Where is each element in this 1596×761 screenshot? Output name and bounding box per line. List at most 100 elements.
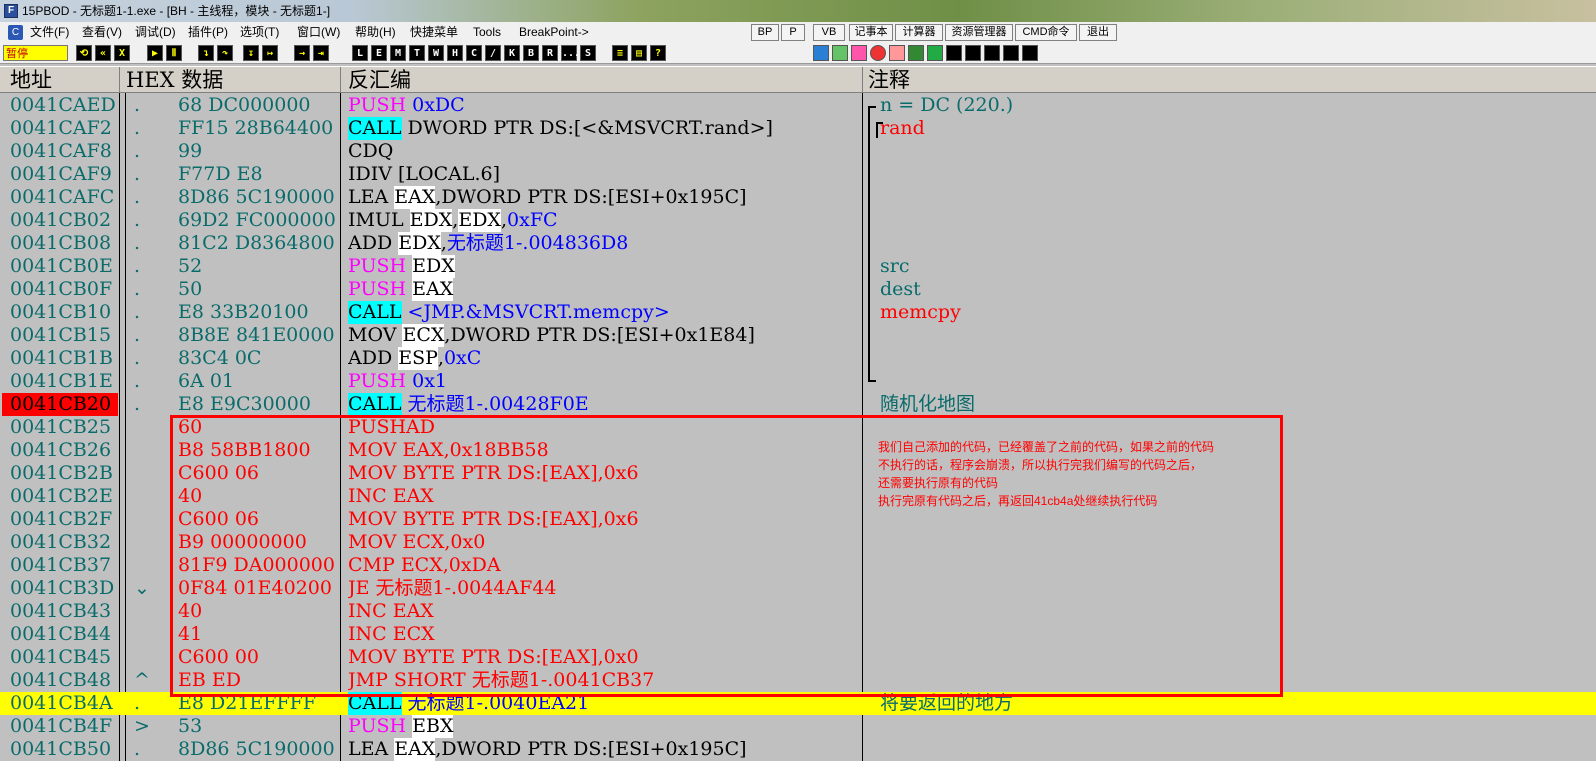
vb-button[interactable]: VB: [813, 24, 845, 41]
windows-window-icon[interactable]: W: [428, 45, 444, 61]
tool-3-icon[interactable]: [984, 45, 1000, 61]
run-icon[interactable]: ▶: [147, 45, 163, 61]
row-address: 0041CB15: [10, 324, 112, 346]
menu-window[interactable]: 窗口(W): [297, 22, 340, 43]
bp-button[interactable]: BP: [751, 24, 779, 41]
trace-into-icon[interactable]: ↧: [243, 45, 259, 61]
notepad-button[interactable]: 记事本: [849, 24, 893, 41]
log-window-icon[interactable]: L: [352, 45, 368, 61]
disasm-row[interactable]: 0041CB08. 81C2 D8364800 ADD EDX,无标题1-.0048…: [0, 232, 1596, 255]
menu-plugins[interactable]: 插件(P): [188, 22, 228, 43]
row-jump-marker: .: [134, 347, 141, 369]
pause-icon[interactable]: Ⅱ: [166, 45, 182, 61]
modules-window-icon[interactable]: E: [371, 45, 387, 61]
menu-help[interactable]: 帮助(H): [355, 22, 396, 43]
exit-button[interactable]: 退出: [1079, 24, 1117, 41]
p-button[interactable]: P: [781, 24, 805, 41]
menu-breakpoint[interactable]: BreakPoint->: [519, 22, 589, 43]
disasm-row[interactable]: 0041CB0E. 52 PUSH EDX src: [0, 255, 1596, 278]
target-icon[interactable]: [889, 45, 905, 61]
close-icon[interactable]: X: [114, 45, 130, 61]
list-icon[interactable]: ▤: [631, 45, 647, 61]
header-separator[interactable]: [340, 67, 341, 93]
trace-over-icon[interactable]: ↦: [262, 45, 278, 61]
tool-1-icon[interactable]: [946, 45, 962, 61]
disasm-row[interactable]: 0041CB15. 8B8E 841E0000 MOV ECX,DWORD PTR …: [0, 324, 1596, 347]
rewind-icon[interactable]: «: [95, 45, 111, 61]
grid-icon[interactable]: [927, 45, 943, 61]
handles-window-icon[interactable]: H: [447, 45, 463, 61]
disasm-token: EAX: [394, 186, 436, 209]
run-trace-window-icon[interactable]: ...: [561, 45, 580, 61]
explorer-button[interactable]: 资源管理器: [945, 24, 1013, 41]
disasm-row[interactable]: 0041CAFC. 8D86 5C190000 LEA EAX,DWORD PTR …: [0, 186, 1596, 209]
options-icon[interactable]: ≡: [612, 45, 628, 61]
table-icon[interactable]: [908, 45, 924, 61]
toolbar: 暂停 ⟲ « X ▶ Ⅱ ↴ ↷ ↧ ↦ → ⇥ L E M T W H C /…: [0, 43, 1596, 64]
breakpoints-window-icon[interactable]: B: [523, 45, 539, 61]
menu-view[interactable]: 查看(V): [82, 22, 122, 43]
disasm-row[interactable]: 0041CAF2. FF15 28B64400 CALL DWORD PTR DS:…: [0, 117, 1596, 140]
header-separator[interactable]: [862, 67, 863, 93]
disasm-row[interactable]: 0041CB4F >53 PUSH EBX: [0, 715, 1596, 738]
menu-options[interactable]: 选项(T): [240, 22, 279, 43]
disasm-row[interactable]: 0041CAF8. 99 CDQ: [0, 140, 1596, 163]
step-into-icon[interactable]: ↴: [198, 45, 214, 61]
row-jump-marker: [134, 646, 156, 669]
cpu-window-button-icon[interactable]: C: [466, 45, 482, 61]
disasm-row[interactable]: 0041CB1E. 6A 01 PUSH 0x1: [0, 370, 1596, 393]
row-jump-marker: [134, 531, 156, 554]
plugin-icon[interactable]: [832, 45, 848, 61]
menu-debug[interactable]: 调试(D): [135, 22, 176, 43]
note-line: 我们自己添加的代码，已经覆盖了之前的代码，如果之前的代码: [878, 440, 1215, 454]
step-over-icon[interactable]: ↷: [217, 45, 233, 61]
window-title: 15PBOD - 无标题1-1.exe - [BH - 主线程，模块 - 无标题…: [22, 4, 331, 18]
tool-5-icon[interactable]: [1022, 45, 1038, 61]
threads-window-icon[interactable]: T: [409, 45, 425, 61]
row-comment: 随机化地图: [880, 393, 1596, 416]
call-stack-window-icon[interactable]: K: [504, 45, 520, 61]
row-jump-marker: .: [134, 232, 141, 254]
cpu-window-icon[interactable]: C: [8, 25, 23, 40]
calculator-button[interactable]: 计算器: [895, 24, 943, 41]
disasm-row[interactable]: 0041CB02. 69D2 FC000000 IMUL EDX,EDX,0xFC: [0, 209, 1596, 232]
menu-file[interactable]: 文件(F): [30, 22, 69, 43]
header-disasm[interactable]: 反汇编: [348, 67, 411, 93]
header-separator[interactable]: [119, 67, 120, 93]
refresh-icon[interactable]: [813, 45, 829, 61]
disasm-token: PUSH: [348, 715, 407, 737]
header-comment[interactable]: 注释: [868, 67, 910, 93]
disasm-row[interactable]: 0041CB50. 8D86 5C190000 LEA EAX,DWORD PTR …: [0, 738, 1596, 761]
references-window-icon[interactable]: R: [542, 45, 558, 61]
record-icon[interactable]: [870, 45, 886, 61]
disasm-row[interactable]: 0041CB10. E8 33B20100 CALL <JMP.&MSVCRT.me…: [0, 301, 1596, 324]
disasm-row[interactable]: 0041CB0F. 50 PUSH EAX dest: [0, 278, 1596, 301]
row-address: 0041CB1B: [10, 347, 113, 369]
cmd-button[interactable]: CMD命令: [1015, 24, 1077, 41]
row-jump-marker: ⌄: [134, 577, 150, 599]
go-to-icon[interactable]: ⇥: [313, 45, 329, 61]
tool-4-icon[interactable]: [1003, 45, 1019, 61]
call-bracket-line: [868, 106, 870, 382]
source-window-icon[interactable]: S: [580, 45, 596, 61]
row-jump-marker: ^: [134, 669, 150, 691]
open-icon[interactable]: ⟲: [76, 45, 92, 61]
patches-window-icon[interactable]: /: [485, 45, 501, 61]
row-address: 0041CB48: [10, 669, 112, 691]
tool-2-icon[interactable]: [965, 45, 981, 61]
row-hex: 6A 01: [178, 370, 235, 392]
disasm-token: EAX: [394, 738, 436, 761]
help-icon[interactable]: ?: [650, 45, 666, 61]
attach-icon[interactable]: [851, 45, 867, 61]
disasm-row[interactable]: 0041CB20. E8 E9C30000 CALL 无标题1-.00428F0E 随…: [0, 393, 1596, 416]
header-address[interactable]: 地址: [10, 67, 52, 93]
disasm-row[interactable]: 0041CAED. 68 DC000000 PUSH 0xDC n = DC (220…: [0, 94, 1596, 117]
note-line: 还需要执行原有的代码: [878, 476, 999, 490]
execute-till-return-icon[interactable]: →: [294, 45, 310, 61]
disasm-row[interactable]: 0041CAF9. F77D E8 IDIV [LOCAL.6]: [0, 163, 1596, 186]
disasm-row[interactable]: 0041CB1B. 83C4 0C ADD ESP,0xC: [0, 347, 1596, 370]
menu-tools[interactable]: Tools: [473, 22, 501, 43]
memory-window-icon[interactable]: M: [390, 45, 406, 61]
header-hex[interactable]: HEX 数据: [126, 67, 223, 93]
menu-shortcuts[interactable]: 快捷菜单: [410, 22, 458, 43]
